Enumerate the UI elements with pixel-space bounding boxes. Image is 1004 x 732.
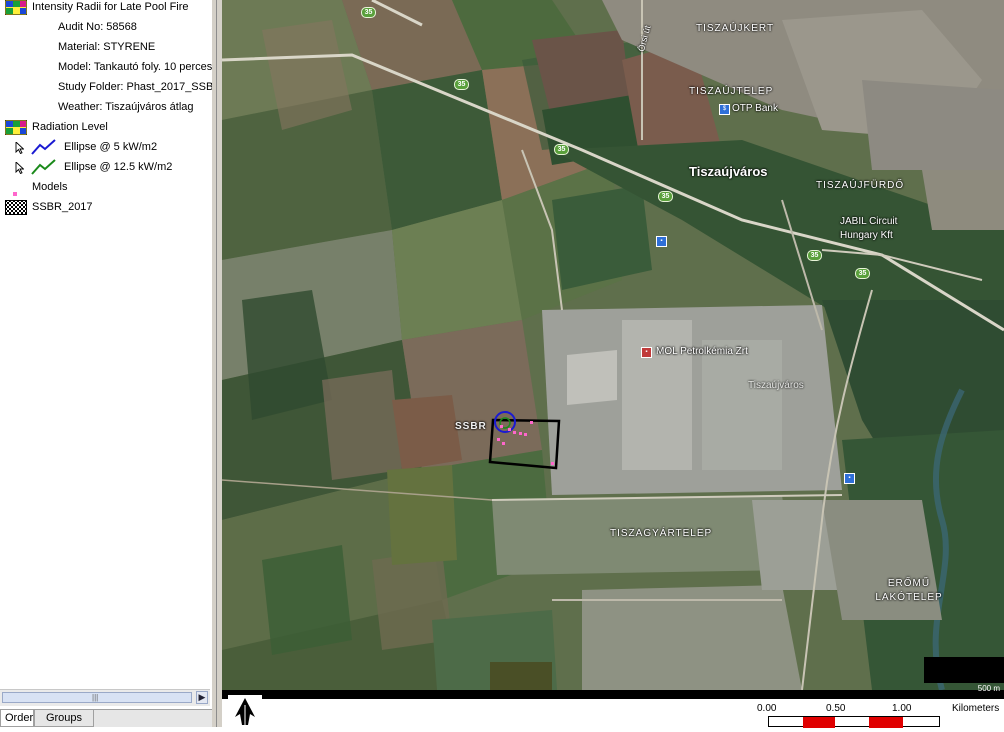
splitter-line — [216, 0, 217, 727]
scale-bar — [768, 716, 940, 728]
legend-item-12-5kw[interactable]: Ellipse @ 12.5 kW/m2 — [0, 157, 212, 177]
place-label-tiszaujvaros: Tiszaújváros — [689, 164, 768, 179]
scale-unit-label: Kilometers — [952, 703, 1000, 714]
scale-tick-label: 0.50 — [826, 703, 846, 714]
table-of-contents-panel: Intensity Radii for Late Pool Fire Audit… — [0, 0, 212, 727]
north-arrow-icon — [228, 695, 262, 727]
place-label-tiszagyartelep: TISZAGYÁRTELEP — [610, 528, 713, 539]
legend-item-label: Ellipse @ 12.5 kW/m2 — [64, 161, 173, 173]
scale-overlay-text: 500 m — [977, 684, 1000, 693]
scale-bar-segment — [803, 717, 835, 728]
tab-order[interactable]: Order — [0, 710, 34, 727]
horizontal-scrollbar[interactable]: ||| ▶ — [0, 689, 210, 706]
scale-bar-segment — [869, 717, 903, 728]
road-shield: 35 — [454, 79, 469, 90]
map-bottom-bar: 500 m — [222, 684, 1004, 699]
bus-stop-icon[interactable]: ▪ — [844, 473, 855, 484]
place-label-otp-bank: OTP Bank — [732, 103, 778, 114]
checker-pattern-icon — [5, 200, 27, 222]
legend-item-5kw[interactable]: Ellipse @ 5 kW/m2 — [0, 137, 212, 157]
place-label-mol-petrolkemia: MOL Petrolkémia Zrt — [656, 346, 748, 357]
company-marker-icon[interactable]: ▪ — [641, 347, 652, 358]
site-label-ssbr: SSBR — [455, 421, 487, 432]
bank-icon[interactable]: $ — [719, 104, 730, 115]
tab-groups[interactable]: Groups — [34, 710, 94, 727]
road-shield: 35 — [807, 250, 822, 261]
layer-symbol-icon — [4, 0, 28, 22]
layer-models[interactable]: Models — [0, 177, 212, 197]
panel-tab-strip: Order Groups — [0, 709, 212, 727]
layer-title: Radiation Level — [32, 121, 108, 133]
layer-title: SSBR_2017 — [32, 201, 93, 213]
layer-radiation-level[interactable]: Radiation Level — [0, 117, 212, 137]
panel-splitter[interactable] — [212, 0, 222, 727]
scale-tick-label: 1.00 — [892, 703, 912, 714]
place-label-eromu-lakotelep: ERŐMŰ LAKÓTELEP — [875, 578, 943, 603]
place-label-tiszaujfurdo: TISZAÚJFÜRDŐ — [816, 180, 905, 191]
place-label-tiszaujkert: TISZAÚJKERT — [696, 23, 775, 34]
place-label-tiszautelep: TISZAÚJTELEP — [689, 86, 774, 97]
layer-title: Intensity Radii for Late Pool Fire — [32, 1, 189, 13]
road-shield: 35 — [554, 144, 569, 155]
layer-title: Models — [32, 181, 68, 193]
bus-stop-icon[interactable]: ▪ — [656, 236, 667, 247]
attribution-block — [924, 657, 1004, 683]
road-shield: 35 — [361, 7, 376, 18]
road-shield: 35 — [658, 191, 673, 202]
map-view[interactable]: TISZAÚJKERT TISZAÚJTELEP OTP Bank $ Tisz… — [222, 0, 1004, 690]
scale-tick-label: 0.00 — [757, 703, 777, 714]
legend-item-label: Ellipse @ 5 kW/m2 — [64, 141, 158, 153]
scale-bar-area: 500 m 0.00 0.50 1.00 Kilometers — [222, 684, 1004, 728]
road-shield: 35 — [855, 268, 870, 279]
grip-icon: ||| — [92, 693, 99, 702]
layer-intensity-radii[interactable]: Intensity Radii for Late Pool Fire — [0, 0, 212, 17]
place-label-tiszaujvaros-small: Tiszaújváros — [748, 380, 804, 391]
scroll-right-arrow-icon[interactable]: ▶ — [196, 691, 208, 704]
place-label-jabil: JABIL Circuit Hungary Kft — [840, 216, 898, 241]
layer-ssbr-2017[interactable]: SSBR_2017 — [0, 197, 212, 217]
